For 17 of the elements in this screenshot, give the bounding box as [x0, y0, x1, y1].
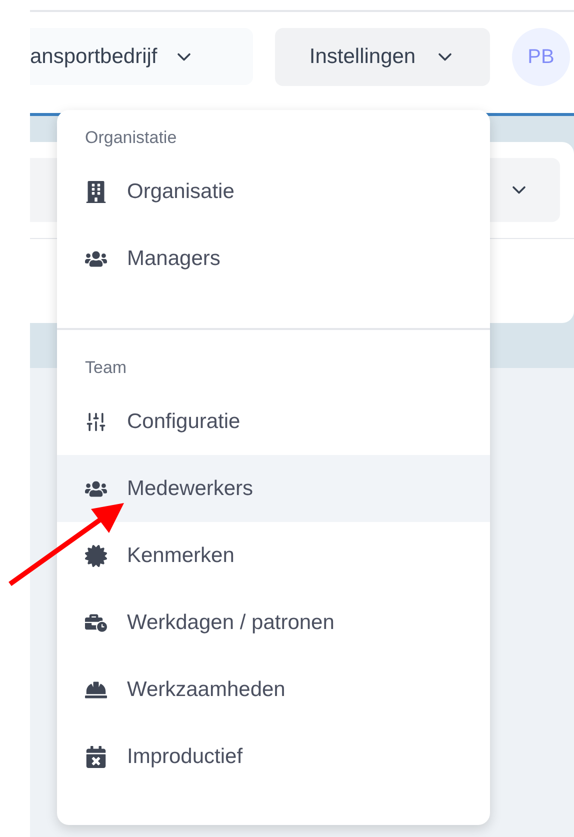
building-icon [85, 180, 107, 202]
section-heading: Organistatie [84, 127, 178, 149]
calendar-cross-icon [85, 746, 107, 768]
menu-item[interactable]: Improductief [57, 723, 490, 790]
menu-item[interactable]: Organisatie [57, 158, 490, 225]
company-dropdown-button[interactable]: ansportbedrijf [30, 28, 253, 85]
menu-item[interactable]: Configuratie [57, 388, 490, 455]
settings-dropdown-button[interactable]: Instellingen [275, 28, 490, 86]
menu-item[interactable]: Medewerkers [57, 455, 490, 522]
badge-icon [85, 544, 107, 566]
briefcase-clock-icon [85, 612, 107, 634]
menu-item[interactable]: Werkdagen / patronen [57, 589, 490, 656]
menu-item[interactable]: Managers [57, 225, 490, 292]
menu-item[interactable]: Werkzaamheden [57, 656, 490, 723]
section-heading: Team [84, 357, 128, 379]
menu-item[interactable]: Kenmerken [57, 522, 490, 589]
sliders-icon [85, 410, 107, 432]
